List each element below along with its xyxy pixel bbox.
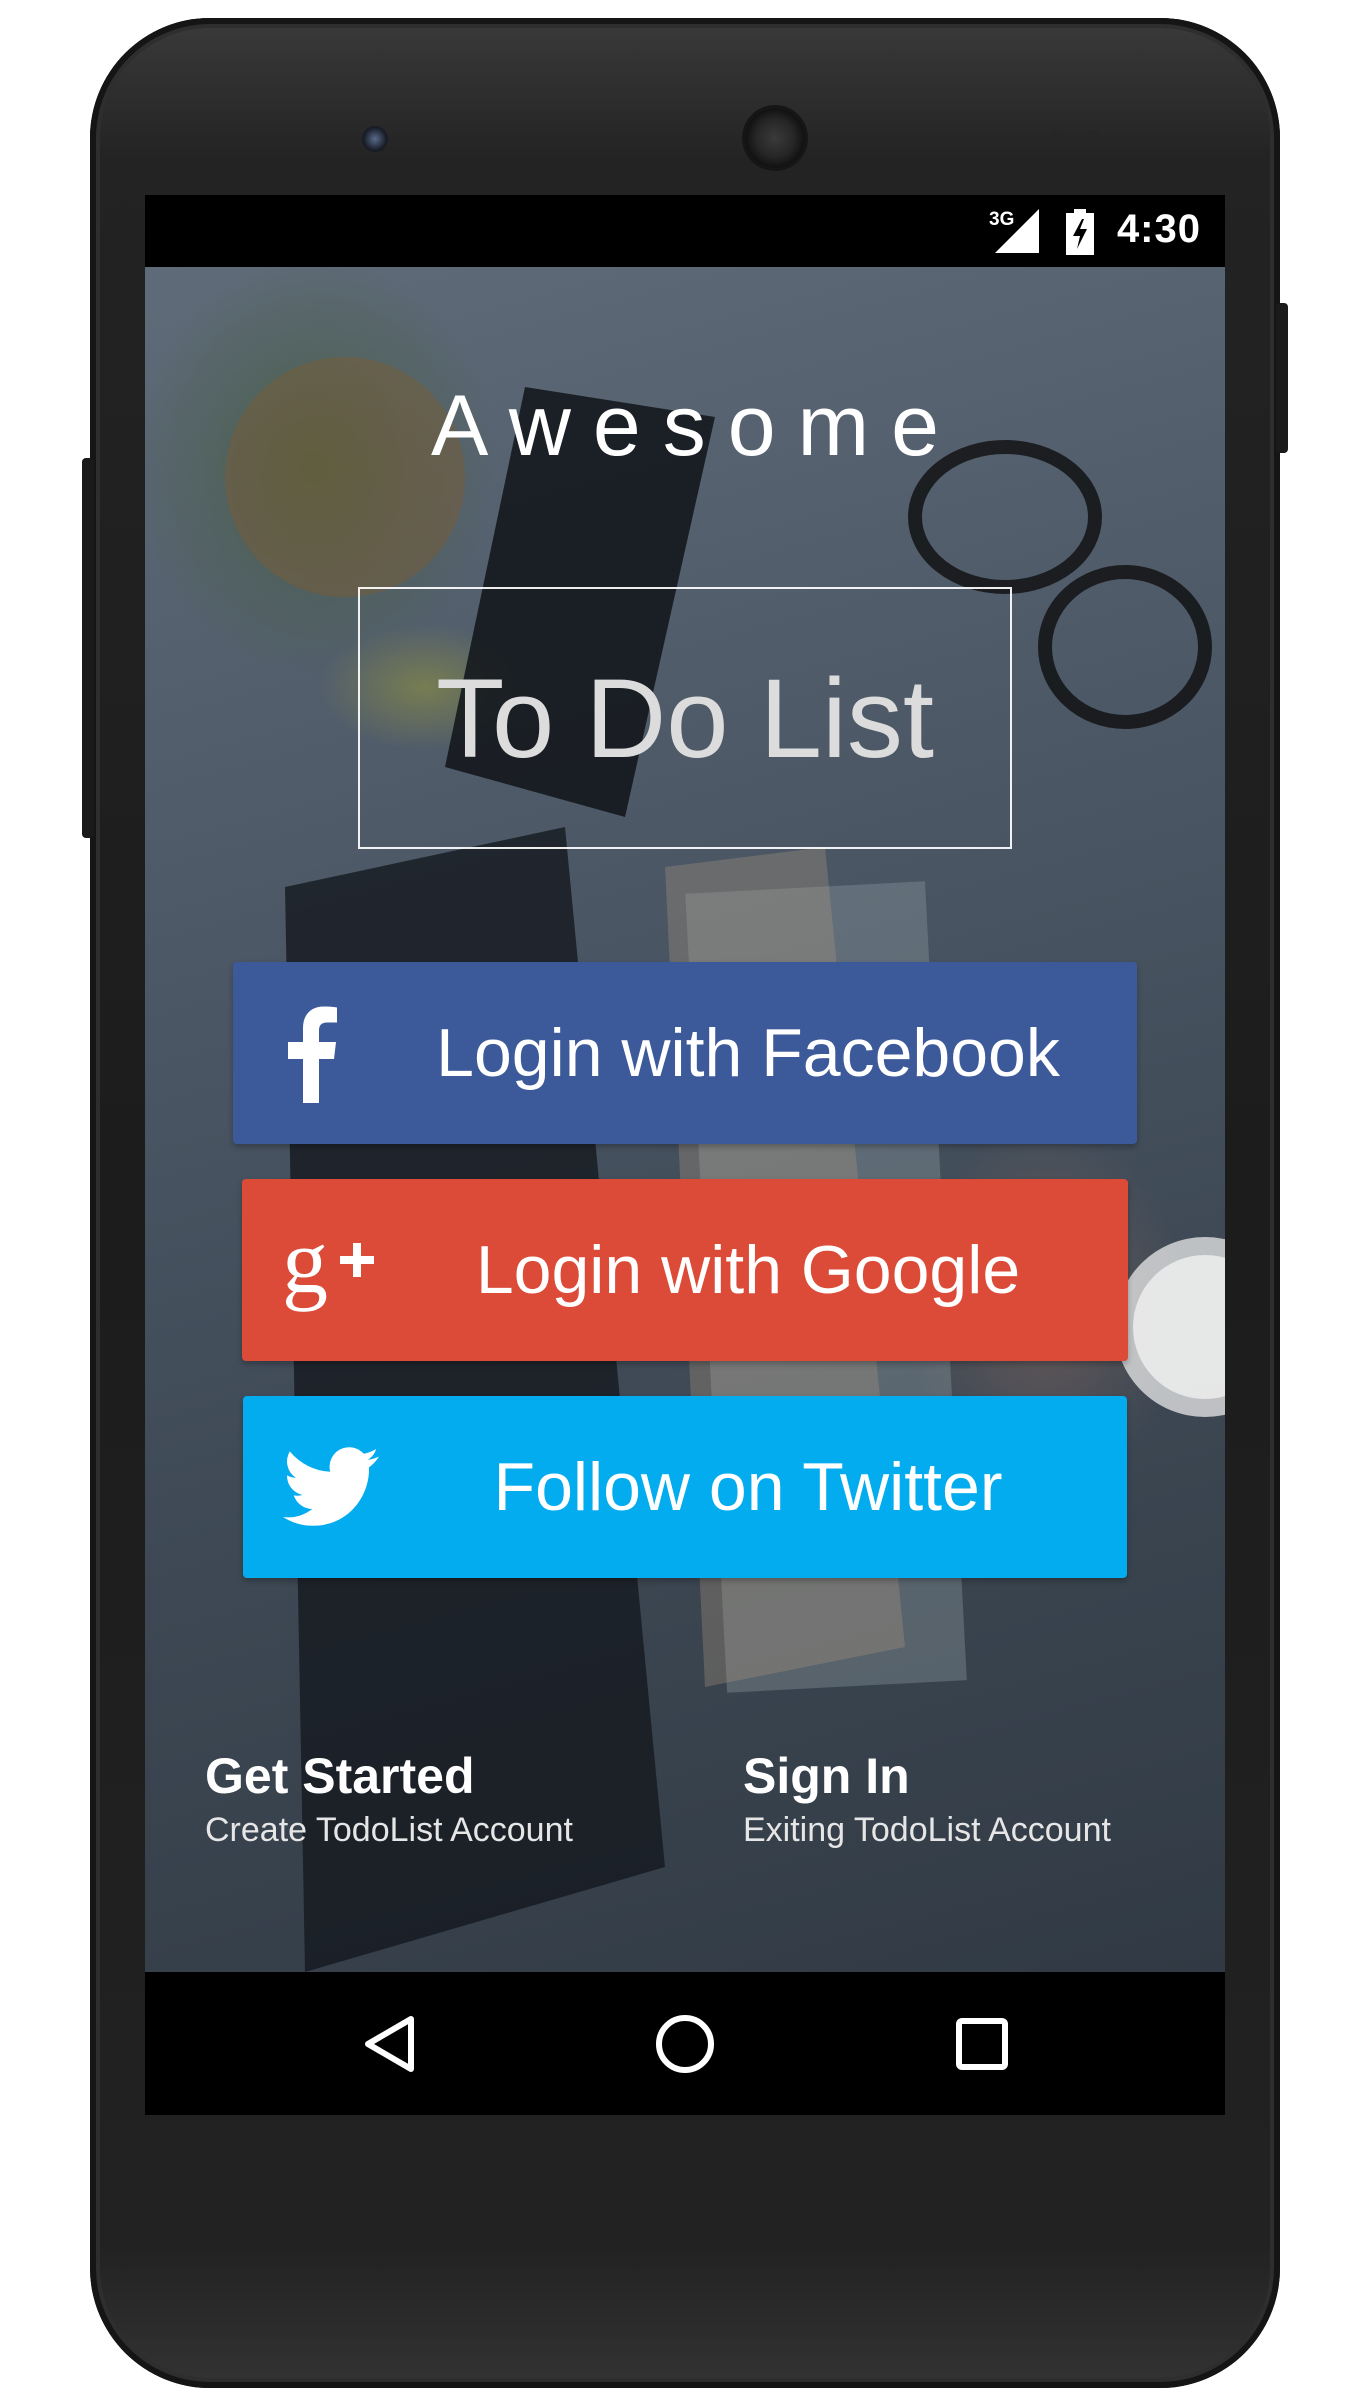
power-button xyxy=(1276,303,1288,453)
app-title-main: To Do List xyxy=(436,655,934,781)
facebook-icon xyxy=(273,962,345,1144)
nav-recents-button[interactable] xyxy=(946,2008,1018,2080)
battery-charging-icon xyxy=(1066,209,1094,255)
login-google-label: Login with Google xyxy=(475,1232,1021,1308)
front-camera xyxy=(362,126,388,152)
home-circle-icon xyxy=(656,2015,714,2073)
svg-text:g: g xyxy=(282,1220,328,1312)
login-google-button[interactable]: g Login with Google xyxy=(242,1179,1128,1361)
login-facebook-label: Login with Facebook xyxy=(436,1015,1060,1091)
earpiece-speaker xyxy=(745,108,805,168)
back-triangle-icon xyxy=(365,2016,414,2072)
light-sensor xyxy=(1086,130,1100,144)
nav-home-button[interactable] xyxy=(649,2008,721,2080)
sign-in-title: Sign In xyxy=(743,1748,910,1804)
recents-square-icon xyxy=(956,2018,1008,2070)
proximity-sensor xyxy=(1050,130,1064,144)
nav-back-button[interactable] xyxy=(354,2008,426,2080)
cell-signal-icon xyxy=(995,209,1039,253)
follow-twitter-label: Follow on Twitter xyxy=(493,1449,1003,1525)
app-title-awesome: Awesome xyxy=(430,378,962,474)
navigation-bar xyxy=(145,1972,1225,2115)
volume-button xyxy=(82,458,94,838)
sign-in-subtitle: Exiting TodoList Account xyxy=(743,1811,1111,1849)
login-screen: Awesome To Do List Login with Facebook g… xyxy=(145,267,1225,1972)
status-bar: 3G 4:30 xyxy=(145,195,1225,267)
get-started-link[interactable]: Get Started Create TodoList Account xyxy=(205,1747,573,1850)
google-plus-icon: g xyxy=(282,1179,382,1361)
phone-screen: 3G 4:30 Awesome To Do List Login with Fa… xyxy=(145,195,1225,2115)
sign-in-link[interactable]: Sign In Exiting TodoList Account xyxy=(743,1747,1111,1850)
get-started-title: Get Started xyxy=(205,1748,475,1804)
twitter-bird-icon xyxy=(283,1396,379,1578)
clock: 4:30 xyxy=(1116,207,1201,251)
app-title-box: To Do List xyxy=(358,587,1012,849)
login-facebook-button[interactable]: Login with Facebook xyxy=(233,962,1137,1144)
get-started-subtitle: Create TodoList Account xyxy=(205,1811,573,1849)
follow-twitter-button[interactable]: Follow on Twitter xyxy=(243,1396,1127,1578)
